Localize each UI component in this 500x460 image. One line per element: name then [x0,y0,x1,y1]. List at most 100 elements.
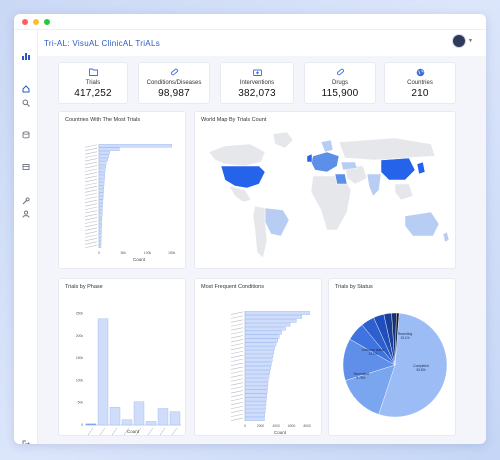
stat-value: 210 [411,87,429,99]
x-axis-label: Count [274,430,287,435]
chart-bar [244,350,274,355]
maximize-window-button[interactable] [44,18,50,25]
category-label-mark [87,427,94,436]
chart-bar [244,389,268,394]
world-map-panel: World Map By Trials Count [194,111,456,269]
chart-bar [97,318,109,426]
chevron-down-icon[interactable]: ▼ [468,38,473,44]
category-label-mark [84,238,98,242]
chart-bar [98,185,105,189]
category-label-mark [84,227,98,231]
window-titlebar [14,14,486,30]
user-icon[interactable] [20,208,32,220]
map-greenland [272,131,294,149]
category-label-mark [84,147,98,151]
conditions-bar-chart: 0 2000 4000 6000 8000 Count [230,311,312,435]
category-label-mark [159,427,166,436]
search-icon[interactable] [20,97,32,109]
y-tick-label: 50k [78,401,84,405]
category-label-mark [230,405,244,410]
map-russia [338,137,436,161]
x-tick-label: 8000 [304,424,312,428]
chart-bar [244,354,274,359]
x-tick-label: 0 [98,251,100,255]
stat-label: Trials [85,79,101,86]
chart-bar [98,178,105,183]
chart-bar [244,362,272,366]
chart-bar [98,175,105,179]
y-tick-label: 0 [81,423,83,427]
category-label-mark [84,151,98,155]
chart-bar [98,223,102,228]
countries-chart-panel: Countries With The Most Trials 0 50k 100k 1… [58,111,186,269]
stat-card-drugs: Drugs 115,900 [304,62,376,104]
category-label-mark [230,350,244,355]
stat-label: Drugs [331,79,348,86]
chart-bar [244,385,268,390]
capsule-icon [336,68,345,78]
chart-bar [98,192,104,196]
minimize-window-button[interactable] [33,18,39,25]
category-label-mark [230,409,244,413]
category-label-mark [84,234,98,238]
chart-bar [244,393,267,398]
chart-bar [244,373,270,378]
category-label-mark [84,213,98,217]
y-tick-label: 150k [76,356,84,360]
category-label-mark [230,417,244,421]
category-label-mark [230,319,244,323]
category-label-mark [84,161,98,165]
map-uk [306,153,313,163]
x-tick-label: 6000 [288,424,296,428]
status-chart-panel: Trials by Status Completed 53.8% Recruitin… [328,278,456,436]
category-label-mark [147,427,154,436]
y-tick-label: 200k [76,334,84,338]
stat-value: 417,252 [74,87,112,99]
database-icon[interactable] [20,129,32,141]
pill-icon [170,68,179,78]
conditions-chart-panel: Most Frequent Conditions 0 2000 4000 6000 80… [194,278,322,436]
category-label-mark [230,394,244,398]
category-label-mark [230,335,244,339]
chart-bar [98,157,108,162]
category-label-mark [230,315,244,319]
category-label-mark [84,186,98,190]
map-brazil [264,207,290,237]
map-egypt [334,173,348,185]
home-icon[interactable] [20,83,32,95]
tools-icon[interactable] [20,195,32,207]
logout-icon[interactable] [20,438,32,444]
table-icon[interactable] [20,161,32,173]
stat-label: Interventions [239,79,275,86]
category-label-mark [230,382,244,386]
category-label-mark [230,331,244,335]
chart-bar [98,227,102,231]
category-label-mark [84,158,98,162]
chart-bar [98,199,104,203]
category-label-mark [230,386,244,390]
slice-percent: 53.8% [416,368,425,372]
category-label-mark [230,327,244,331]
chart-bar [169,411,181,426]
chart-bar [98,230,102,235]
stat-label: Conditions/Diseases [146,79,202,86]
category-label-mark [84,172,98,176]
close-window-button[interactable] [22,18,28,25]
chart-bar [244,334,280,339]
category-label-mark [230,354,244,358]
chart-bar [98,168,106,172]
chart-bar [98,154,109,158]
chart-bar [98,234,102,238]
category-label-mark [84,199,98,203]
chart-bar [244,322,291,327]
category-label-mark [84,206,98,210]
category-label-mark [84,231,98,235]
y-tick-label: 250k [76,311,84,315]
chart-bar [98,189,104,193]
chart-bar [98,161,107,165]
avatar[interactable] [452,34,466,48]
chart-bar [133,401,145,426]
chart-bar [244,370,271,374]
category-label-mark [230,366,244,370]
map-europe [310,151,340,173]
